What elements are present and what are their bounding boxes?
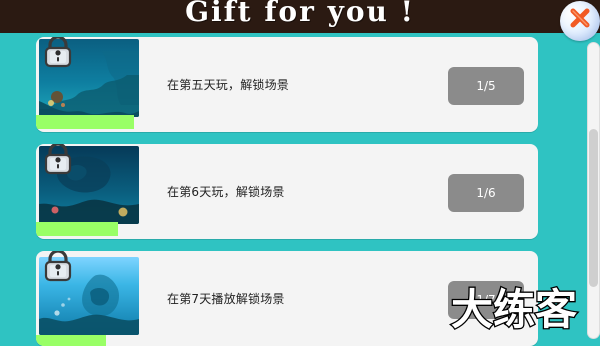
lock-icon (44, 144, 72, 175)
close-button[interactable] (560, 1, 600, 41)
page-title: Gift for you ! (185, 0, 415, 28)
header-bar: Gift for you ! (0, 0, 600, 33)
list-item: 在第7天播放解锁场景 1/7 (36, 251, 538, 346)
lock-icon (44, 251, 72, 282)
status-pill[interactable]: 1/7 (448, 281, 524, 319)
list-item: 在第五天玩，解锁场景 1/5 (36, 37, 538, 132)
unlock-condition-text: 在第6天玩，解锁场景 (167, 185, 285, 199)
list-item: 在第6天玩，解锁场景 1/6 (36, 144, 538, 239)
close-icon (570, 8, 590, 28)
progress-bar (36, 222, 118, 236)
gift-list: 在第五天玩，解锁场景 1/5 在第6天玩，解锁场景 1/6 在第7天播放解锁场景… (0, 0, 600, 346)
unlock-condition-text: 在第五天玩，解锁场景 (167, 78, 290, 92)
lock-icon (44, 37, 72, 68)
status-pill[interactable]: 1/5 (448, 67, 524, 105)
progress-bar (36, 335, 106, 346)
scrollbar-thumb[interactable] (589, 129, 598, 287)
scrollbar[interactable] (587, 42, 600, 339)
status-pill[interactable]: 1/6 (448, 174, 524, 212)
unlock-condition-text: 在第7天播放解锁场景 (167, 292, 285, 306)
progress-bar (36, 115, 134, 129)
